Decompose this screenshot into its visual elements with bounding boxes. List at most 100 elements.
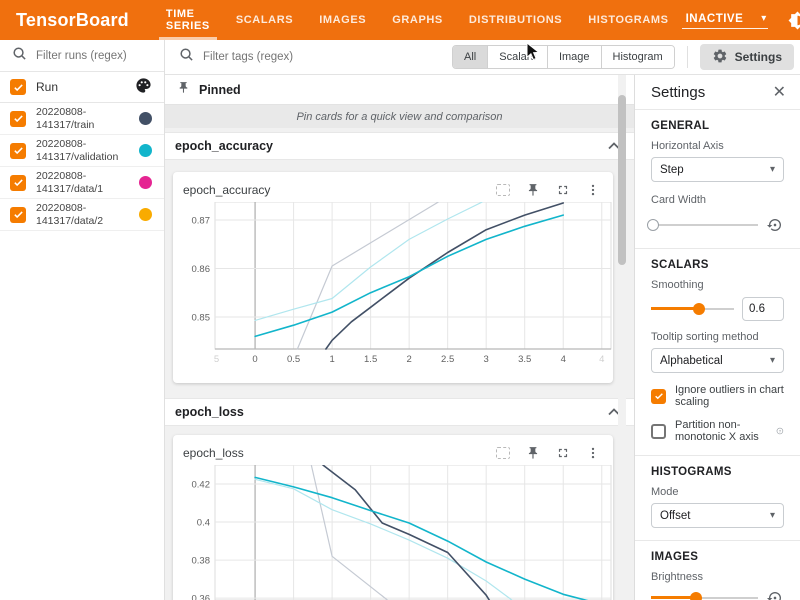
settings-section-histograms: HISTOGRAMS Mode Offset ▾ <box>635 456 800 541</box>
top-nav: TIME SERIES SCALARS IMAGES GRAPHS DISTRI… <box>153 0 682 40</box>
vertical-scrollbar[interactable] <box>618 75 626 600</box>
reset-icon[interactable] <box>766 216 784 234</box>
tab-time-series[interactable]: TIME SERIES <box>153 0 223 40</box>
run-color-dot <box>139 112 152 125</box>
select-all-runs-checkbox[interactable] <box>10 79 26 95</box>
fullscreen-icon[interactable] <box>554 181 571 198</box>
run-color-dot <box>139 176 152 189</box>
histogram-mode-select[interactable]: Offset ▾ <box>651 503 784 528</box>
card-title: epoch_accuracy <box>183 183 494 197</box>
checkbox-label: Ignore outliers in chart scaling <box>675 384 784 408</box>
card-width-slider[interactable] <box>651 218 758 232</box>
card-header: epoch_accuracy <box>173 172 613 198</box>
card-width-label: Card Width <box>651 194 784 206</box>
run-row-data-1[interactable]: 20220808-141317/data/1 <box>0 167 164 199</box>
slider-knob[interactable] <box>647 219 659 231</box>
mode-label: Mode <box>651 486 784 498</box>
run-name: 20220808-141317/validation <box>36 138 129 163</box>
svg-text:1.5: 1.5 <box>364 354 377 365</box>
section-heading: GENERAL <box>651 120 784 132</box>
scalar-card-epoch-loss: epoch_loss 0.420.40.380.36 <box>173 435 613 600</box>
run-row-validation[interactable]: 20220808-141317/validation <box>0 135 164 167</box>
section-header-epoch-accuracy[interactable]: epoch_accuracy <box>165 132 634 160</box>
run-row-data-2[interactable]: 20220808-141317/data/2 <box>0 199 164 231</box>
brightness-slider[interactable] <box>651 591 758 600</box>
scrollbar-thumb[interactable] <box>618 95 626 265</box>
pin-icon[interactable] <box>524 181 541 198</box>
tag-type-filter-group: All Scalars Image Histogram <box>452 45 675 69</box>
svg-text:2.5: 2.5 <box>441 354 454 365</box>
more-options-icon[interactable] <box>584 181 601 198</box>
partition-x-axis-row[interactable]: Partition non-monotonic X axis ? <box>651 419 784 443</box>
card-actions <box>494 444 603 461</box>
horizontal-axis-select[interactable]: Step ▾ <box>651 157 784 182</box>
tab-images[interactable]: IMAGES <box>306 0 379 40</box>
ignore-outliers-row[interactable]: Ignore outliers in chart scaling <box>651 384 784 408</box>
fullscreen-icon[interactable] <box>554 444 571 461</box>
settings-panel: Settings ✕ GENERAL Horizontal Axis Step … <box>634 75 800 600</box>
select-area-icon[interactable] <box>494 444 511 461</box>
filter-scalars-button[interactable]: Scalars <box>488 46 548 68</box>
tab-graphs[interactable]: GRAPHS <box>379 0 456 40</box>
run-checkbox[interactable] <box>10 207 26 223</box>
close-icon[interactable]: ✕ <box>773 85 786 101</box>
filter-runs-input[interactable] <box>36 50 154 62</box>
brightness-label: Brightness <box>651 571 784 583</box>
filter-tags-input[interactable] <box>203 51 403 63</box>
tooltip-sorting-select[interactable]: Alphabetical ▾ <box>651 348 784 373</box>
filter-histogram-button[interactable]: Histogram <box>602 46 674 68</box>
filter-image-button[interactable]: Image <box>548 46 602 68</box>
horizontal-axis-label: Horizontal Axis <box>651 140 784 152</box>
tab-histograms[interactable]: HISTOGRAMS <box>575 0 681 40</box>
section-title: epoch_accuracy <box>175 139 608 153</box>
slider-knob[interactable] <box>690 592 702 600</box>
run-checkbox[interactable] <box>10 111 26 127</box>
svg-text:0.36: 0.36 <box>192 594 211 600</box>
search-icon <box>12 46 27 66</box>
reload-status-value: INACTIVE <box>686 13 744 25</box>
smoothing-value-input[interactable] <box>742 297 784 321</box>
run-checkbox[interactable] <box>10 143 26 159</box>
run-column-label: Run <box>36 80 58 94</box>
run-color-dot <box>139 208 152 221</box>
partition-x-axis-checkbox[interactable] <box>651 424 666 439</box>
svg-text:2: 2 <box>406 354 411 365</box>
app-title: TensorBoard <box>0 0 153 40</box>
reload-status-select[interactable]: INACTIVE ▾ <box>682 11 769 29</box>
settings-section-general: GENERAL Horizontal Axis Step ▾ Card Widt… <box>635 110 800 249</box>
help-icon: ? <box>776 425 784 437</box>
tab-scalars[interactable]: SCALARS <box>223 0 306 40</box>
card-header: epoch_loss <box>173 435 613 461</box>
pinned-title: Pinned <box>199 83 241 97</box>
smoothing-slider[interactable] <box>651 302 734 316</box>
settings-button[interactable]: Settings <box>700 44 794 70</box>
slider-knob[interactable] <box>693 303 705 315</box>
card-actions <box>494 181 603 198</box>
settings-panel-title: Settings <box>651 84 773 101</box>
select-area-icon[interactable] <box>494 181 511 198</box>
run-name: 20220808-141317/train <box>36 106 129 131</box>
run-checkbox[interactable] <box>10 175 26 191</box>
section-header-epoch-loss[interactable]: epoch_loss <box>165 398 634 426</box>
tensorboard-window: TensorBoard TIME SERIES SCALARS IMAGES G… <box>0 0 800 600</box>
cards-scroll-area: Pinned Pin cards for a quick view and co… <box>165 75 634 600</box>
run-row-train[interactable]: 20220808-141317/train <box>0 103 164 135</box>
palette-icon[interactable] <box>135 77 152 97</box>
pin-icon <box>177 81 190 99</box>
pin-icon[interactable] <box>524 444 541 461</box>
svg-text:0.86: 0.86 <box>192 264 211 275</box>
tab-distributions[interactable]: DISTRIBUTIONS <box>456 0 575 40</box>
section-heading: IMAGES <box>651 551 784 563</box>
run-list-header: Run <box>0 72 164 103</box>
reset-icon[interactable] <box>766 589 784 600</box>
epoch-loss-chart[interactable]: 0.420.40.380.36 <box>173 465 613 600</box>
svg-text:4: 4 <box>599 354 604 365</box>
svg-text:3.5: 3.5 <box>518 354 531 365</box>
filter-all-button[interactable]: All <box>453 46 488 68</box>
smoothing-label: Smoothing <box>651 279 784 291</box>
ignore-outliers-checkbox[interactable] <box>651 389 666 404</box>
run-name: 20220808-141317/data/2 <box>36 202 129 227</box>
epoch-accuracy-chart[interactable]: 0.870.860.8500.511.522.533.5454 <box>173 202 613 372</box>
more-options-icon[interactable] <box>584 444 601 461</box>
brightness-toggle-icon[interactable] <box>785 8 800 32</box>
